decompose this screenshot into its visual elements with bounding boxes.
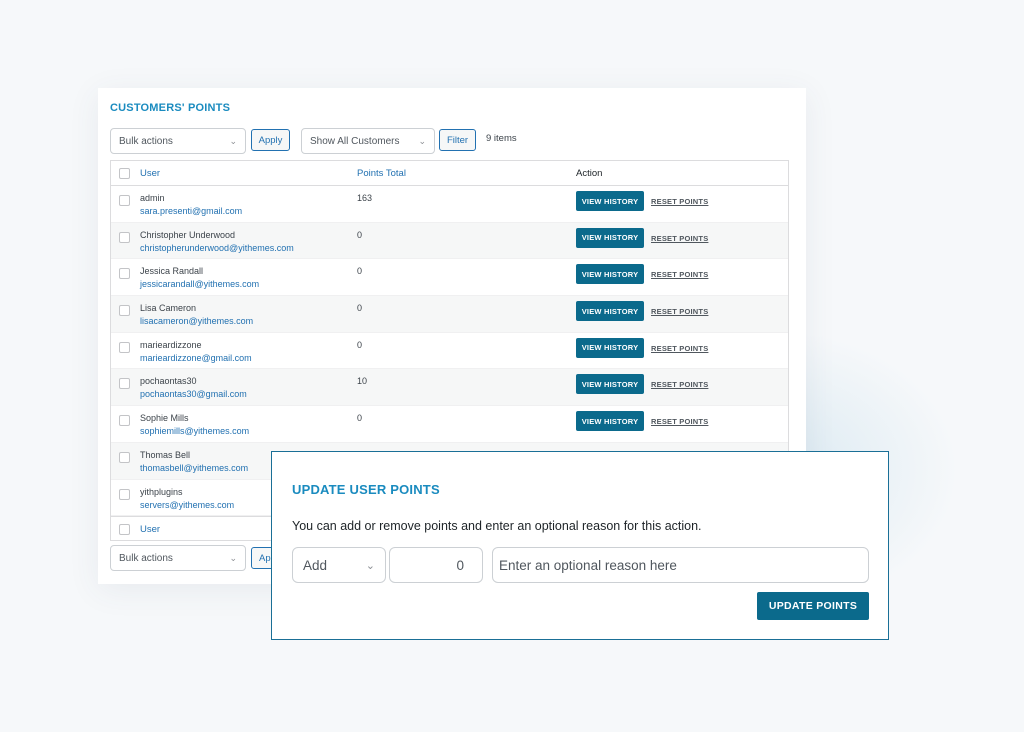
user-name: Thomas Bell bbox=[140, 449, 191, 460]
user-email[interactable]: sara.presenti@gmail.com bbox=[140, 206, 242, 216]
row-checkbox[interactable] bbox=[119, 378, 130, 390]
user-email[interactable]: lisacameron@yithemes.com bbox=[140, 316, 253, 326]
apply-button[interactable]: Apply bbox=[251, 129, 290, 151]
view-history-button[interactable]: VIEW HISTORY bbox=[576, 337, 644, 358]
table-header: User Points Total Action bbox=[111, 161, 788, 186]
reason-input[interactable]: Enter an optional reason here bbox=[492, 547, 869, 583]
select-all-checkbox[interactable] bbox=[119, 524, 130, 536]
select-all-checkbox[interactable] bbox=[119, 168, 130, 179]
user-name: Lisa Cameron bbox=[140, 303, 197, 314]
points-amount-value: 0 bbox=[456, 557, 464, 573]
chevron-down-icon: ⌄ bbox=[229, 135, 237, 146]
customer-filter-value: Show All Customers bbox=[310, 135, 400, 147]
user-email[interactable]: servers@yithemes.com bbox=[140, 500, 234, 510]
points-total: 0 bbox=[357, 413, 363, 424]
user-email[interactable]: sophiemills@yithemes.com bbox=[140, 426, 249, 436]
user-name: Christopher Underwood bbox=[140, 229, 236, 240]
points-amount-input[interactable]: 0 bbox=[389, 547, 483, 583]
operation-value: Add bbox=[303, 557, 328, 573]
user-name: Jessica Randall bbox=[140, 266, 204, 277]
view-history-button[interactable]: VIEW HISTORY bbox=[576, 374, 644, 395]
bulk-actions-value: Bulk actions bbox=[119, 552, 173, 564]
chevron-down-icon: ⌄ bbox=[365, 559, 375, 572]
view-history-button[interactable]: VIEW HISTORY bbox=[576, 227, 644, 248]
column-action: Action bbox=[576, 168, 603, 179]
panel-title: CUSTOMERS' POINTS bbox=[110, 102, 231, 114]
user-name: Sophie Mills bbox=[140, 413, 189, 424]
user-name: marieardizzone bbox=[140, 339, 202, 350]
customer-filter-select[interactable]: Show All Customers ⌄ bbox=[301, 128, 435, 154]
user-email[interactable]: marieardizzone@gmail.com bbox=[140, 353, 252, 363]
reset-points-link[interactable]: RESET POINTS bbox=[651, 307, 708, 316]
view-history-button[interactable]: VIEW HISTORY bbox=[576, 411, 644, 432]
points-total: 0 bbox=[357, 266, 363, 277]
modal-title: UPDATE USER POINTS bbox=[292, 482, 440, 497]
reason-placeholder: Enter an optional reason here bbox=[499, 557, 677, 573]
filter-button[interactable]: Filter bbox=[439, 129, 476, 151]
user-email[interactable]: pochaontas30@gmail.com bbox=[140, 389, 247, 399]
points-total: 0 bbox=[357, 303, 363, 314]
reset-points-link[interactable]: RESET POINTS bbox=[651, 270, 708, 279]
update-points-button[interactable]: UPDATE POINTS bbox=[757, 592, 869, 620]
view-history-button[interactable]: VIEW HISTORY bbox=[576, 264, 644, 285]
row-checkbox[interactable] bbox=[119, 451, 130, 463]
column-points-total[interactable]: Points Total bbox=[357, 168, 406, 179]
table-row: Christopher Underwood christopherunderwo… bbox=[111, 222, 788, 260]
reset-points-link[interactable]: RESET POINTS bbox=[651, 197, 708, 206]
table-row: marieardizzone marieardizzone@gmail.com … bbox=[111, 333, 788, 370]
user-email[interactable]: christopherunderwood@yithemes.com bbox=[140, 243, 294, 253]
row-checkbox[interactable] bbox=[119, 488, 130, 500]
row-checkbox[interactable] bbox=[119, 305, 130, 317]
user-name: yithplugins bbox=[140, 486, 183, 497]
points-total: 163 bbox=[357, 193, 373, 203]
points-total: 10 bbox=[357, 376, 368, 387]
row-checkbox[interactable] bbox=[119, 268, 130, 280]
user-email[interactable]: thomasbell@yithemes.com bbox=[140, 463, 248, 473]
chevron-down-icon: ⌄ bbox=[229, 552, 237, 563]
items-count: 9 items bbox=[486, 133, 517, 144]
user-name: admin bbox=[140, 193, 165, 203]
reset-points-link[interactable]: RESET POINTS bbox=[651, 344, 708, 353]
points-total: 0 bbox=[357, 339, 363, 350]
table-row: Sophie Mills sophiemills@yithemes.com 0 … bbox=[111, 406, 788, 443]
bulk-actions-value: Bulk actions bbox=[119, 135, 173, 147]
table-row: Jessica Randall jessicarandall@yithemes.… bbox=[111, 259, 788, 297]
points-total: 0 bbox=[357, 229, 363, 240]
row-checkbox[interactable] bbox=[119, 231, 130, 243]
view-history-button[interactable]: VIEW HISTORY bbox=[576, 301, 644, 322]
row-checkbox[interactable] bbox=[119, 195, 130, 206]
operation-select[interactable]: Add ⌄ bbox=[292, 547, 386, 583]
bulk-actions-select[interactable]: Bulk actions ⌄ bbox=[110, 128, 246, 154]
bulk-actions-select-bottom[interactable]: Bulk actions ⌄ bbox=[110, 545, 246, 571]
user-email[interactable]: jessicarandall@yithemes.com bbox=[140, 279, 259, 289]
row-checkbox[interactable] bbox=[119, 341, 130, 353]
table-row: admin sara.presenti@gmail.com 163 VIEW H… bbox=[111, 186, 788, 223]
table-row: pochaontas30 pochaontas30@gmail.com 10 V… bbox=[111, 369, 788, 407]
column-user[interactable]: User bbox=[140, 168, 160, 179]
view-history-button[interactable]: VIEW HISTORY bbox=[576, 191, 644, 211]
row-checkbox[interactable] bbox=[119, 415, 130, 427]
table-row: Lisa Cameron lisacameron@yithemes.com 0 … bbox=[111, 296, 788, 333]
column-user[interactable]: User bbox=[140, 524, 160, 535]
chevron-down-icon: ⌄ bbox=[418, 135, 426, 146]
reset-points-link[interactable]: RESET POINTS bbox=[651, 417, 708, 426]
reset-points-link[interactable]: RESET POINTS bbox=[651, 234, 708, 243]
modal-description: You can add or remove points and enter a… bbox=[292, 519, 702, 533]
update-user-points-modal: UPDATE USER POINTS You can add or remove… bbox=[271, 451, 889, 640]
user-name: pochaontas30 bbox=[140, 376, 197, 387]
reset-points-link[interactable]: RESET POINTS bbox=[651, 380, 708, 389]
